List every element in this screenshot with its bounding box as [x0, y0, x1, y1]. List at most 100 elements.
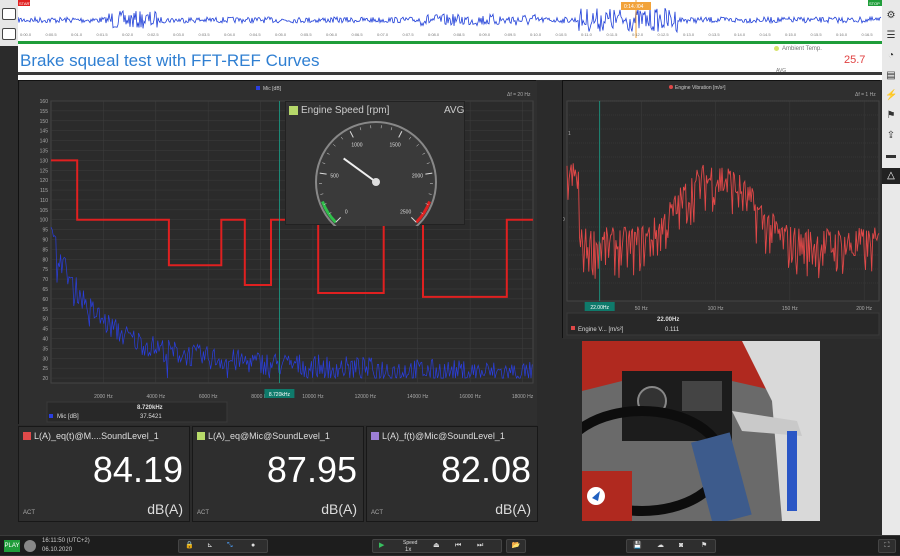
car-icon[interactable]: ▬: [885, 150, 897, 162]
fft-y-tick: 130: [40, 158, 49, 164]
fft-readout-channel: Mic [dB]: [57, 414, 79, 420]
engine-speed-gauge[interactable]: Engine Speed [rpm] AVG 05001000150020002…: [285, 101, 465, 225]
timeline-tick-label: 0:16.5: [862, 32, 874, 37]
cabin-video[interactable]: [582, 341, 820, 521]
fft-y-tick: 50: [42, 317, 48, 323]
copy-icon[interactable]: [2, 8, 16, 20]
timeline-tick-label: 0:01.0: [71, 32, 83, 37]
fft-vibration-chart[interactable]: Engine Vibration [m/s²]Δf = 1 Hz10.1050 …: [563, 81, 881, 339]
fft-x-tick: 4000 Hz: [146, 394, 165, 400]
vib-legend: Engine Vibration [m/s²]: [675, 85, 726, 91]
warning-icon[interactable]: △: [882, 168, 900, 184]
fft-readout-value: 37.5421: [140, 414, 162, 420]
export-icon[interactable]: ⇪: [885, 130, 897, 142]
meter-title: L(A)_f(t)@Mic@SoundLevel_1: [371, 431, 505, 441]
list-icon[interactable]: ☰: [885, 30, 897, 42]
fft-readout-swatch: [49, 414, 53, 418]
timeline-tick-label: 0:03.0: [173, 32, 185, 37]
meter-title: L(A)_eq(t)@M....SoundLevel_1: [23, 431, 159, 441]
cabin-video-frame: [582, 341, 820, 521]
timeline-tick-label: 0:09.0: [479, 32, 491, 37]
fft-delta-f: Δf = 20 Hz: [507, 92, 531, 98]
fft-y-tick: 160: [40, 99, 49, 105]
play-status-badge: PLAY: [4, 540, 20, 552]
vib-x-tick: 100 Hz: [708, 306, 724, 312]
fft-y-tick: 145: [40, 129, 49, 135]
status-date: 06.10.2020: [42, 547, 72, 553]
fft-vibration-panel[interactable]: Engine Vibration [m/s²]Δf = 1 Hz10.1050 …: [562, 80, 880, 338]
meter-unit: dB(A): [495, 501, 531, 517]
meter-mode: ACT: [371, 510, 383, 516]
fft-x-tick: 12000 Hz: [355, 394, 377, 400]
gauge-tick-label: 2500: [400, 210, 411, 216]
save-icon[interactable]: 💾: [633, 540, 642, 552]
timeline-tick-label: 0:16.0: [836, 32, 848, 37]
fft-legend: Mic [dB]: [263, 86, 282, 92]
fft-y-tick: 105: [40, 208, 49, 214]
flag-icon[interactable]: ⚑: [885, 110, 897, 122]
fft-y-tick: 20: [42, 376, 48, 382]
timeline-tick-label: 0:05.0: [275, 32, 287, 37]
record-icon[interactable]: ●: [251, 540, 255, 552]
meter-unit: dB(A): [147, 501, 183, 517]
fullscreen-icon[interactable]: ⛶: [878, 539, 896, 553]
meter-value: 82.08: [441, 449, 531, 491]
gauge-dial: 05001000150020002500: [286, 102, 466, 226]
ambient-temp-label: Ambient Temp.: [782, 46, 822, 52]
open-folder-icon[interactable]: 📂: [506, 539, 526, 553]
report-icon[interactable]: ▤: [885, 70, 897, 82]
meter-swatch: [371, 432, 379, 440]
angle-icon[interactable]: ⊾: [207, 540, 213, 552]
timeline-tick-label: 0:14.5: [760, 32, 772, 37]
timeline-overview[interactable]: STARTSTOP0:14.0040:00.00:00.50:01.00:01.…: [18, 0, 882, 44]
speed-value[interactable]: 1x: [405, 544, 411, 556]
lightning-icon[interactable]: ⚡: [885, 90, 897, 102]
fft-y-tick: 65: [42, 287, 48, 293]
page-title: Brake squeal test with FFT-REF Curves: [20, 51, 319, 71]
timeline-tick-label: 0:10.0: [530, 32, 542, 37]
timeline-tick-label: 0:06.5: [352, 32, 364, 37]
fft-y-tick: 120: [40, 178, 49, 184]
marker-flag-icon[interactable]: ⚑: [701, 540, 707, 552]
timeline-tick-label: 0:00.0: [20, 32, 32, 37]
gear-icon[interactable]: ⚙: [885, 10, 897, 22]
vib-delta-f: Δf = 1 Hz: [855, 92, 876, 98]
skip-end-icon[interactable]: ⏭: [477, 540, 483, 552]
timeline-tick-label: 0:08.5: [454, 32, 466, 37]
lock-icon[interactable]: 🔒: [185, 540, 194, 552]
vib-plot-area: [567, 101, 879, 301]
fft-y-tick: 125: [40, 168, 49, 174]
vib-y-tick: 0.10: [563, 217, 565, 223]
cursor-mode-icon[interactable]: ⤡: [227, 540, 233, 552]
timeline-waveform[interactable]: STARTSTOP0:14.0040:00.00:00.50:01.00:01.…: [18, 0, 882, 44]
camera-icon[interactable]: ◙: [679, 540, 683, 552]
fft-x-tick: 14000 Hz: [407, 394, 429, 400]
timeline-tick-label: 0:15.0: [785, 32, 797, 37]
cloud-icon[interactable]: ☁: [657, 540, 664, 552]
play-icon[interactable]: ▶: [379, 540, 384, 552]
file-tools-group: 💾 ☁ ◙ ⚑: [626, 539, 716, 553]
gauge-tick-label: 1000: [351, 143, 362, 149]
gauge-tick-label: 500: [330, 173, 339, 179]
fft-y-tick: 30: [42, 356, 48, 362]
timeline-tick-label: 0:15.5: [811, 32, 823, 37]
fft-y-tick: 60: [42, 297, 48, 303]
fft-y-tick: 75: [42, 267, 48, 273]
fft-y-tick: 115: [40, 188, 48, 194]
timeline-tick-label: 0:07.5: [403, 32, 415, 37]
timeline-tick-label: 0:02.5: [148, 32, 160, 37]
fft-x-tick: 10000 Hz: [302, 394, 324, 400]
playback-controls: ▶ Speed 1x ⏏ ⏮ ⏭: [372, 539, 502, 553]
fft-y-tick: 100: [40, 218, 49, 224]
sound-level-meter-3[interactable]: L(A)_f(t)@Mic@SoundLevel_1 82.08 dB(A) A…: [366, 426, 538, 522]
skip-start-icon[interactable]: ⏮: [455, 540, 461, 552]
fft-y-tick: 155: [40, 109, 49, 115]
eject-icon[interactable]: ⏏: [433, 540, 440, 552]
vib-readout-value: 0.111: [665, 327, 680, 333]
divider: [18, 72, 882, 75]
sound-level-meter-2[interactable]: L(A)_eq@Mic@SoundLevel_1 87.95 dB(A) ACT: [192, 426, 364, 522]
sound-level-meter-1[interactable]: L(A)_eq(t)@M....SoundLevel_1 84.19 dB(A)…: [18, 426, 190, 522]
print-icon[interactable]: [2, 28, 16, 40]
device-icon: [24, 540, 36, 552]
gauge-icon[interactable]: ◔: [885, 50, 897, 62]
